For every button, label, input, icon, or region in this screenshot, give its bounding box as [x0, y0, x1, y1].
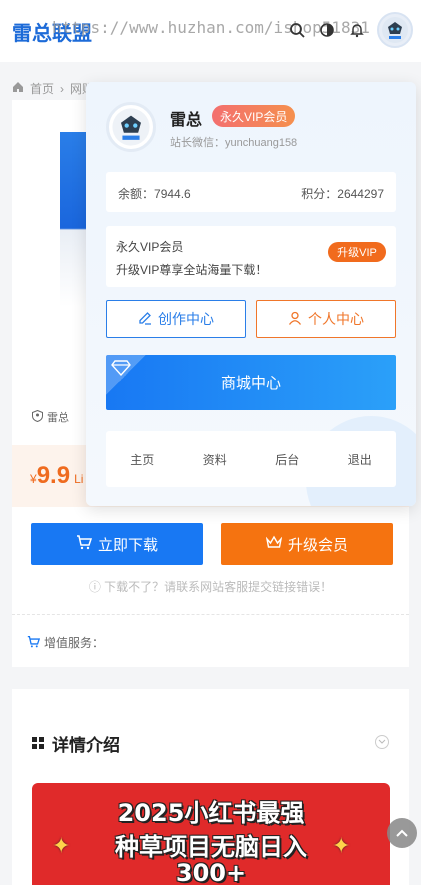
points-value: 2644297 [337, 187, 384, 201]
search-icon[interactable] [287, 20, 307, 40]
vip-card: 永久VIP会员 升级VIP尊享全站海量下载！ 升级VIP [106, 226, 396, 287]
diamond-icon [111, 360, 131, 380]
home-icon [12, 81, 24, 96]
author-name[interactable]: 雷总 [47, 409, 69, 425]
balance: 余额：7944.6 [118, 185, 191, 202]
detail-banner-image: 2025小红书最强 种草项目无脑日入 300+ ✦ ✦ [32, 783, 390, 885]
user-icon [288, 311, 302, 328]
breadcrumb: 首页 › 网赚 [12, 80, 94, 97]
download-button-label: 立即下载 [97, 536, 158, 554]
banner-line-3: 300+ [175, 859, 247, 885]
points: 积分：2644297 [301, 185, 384, 202]
addon-label: 增值服务： [44, 636, 105, 650]
product-author: 雷总 [32, 409, 69, 425]
edit-icon [138, 311, 152, 328]
banner-line-1: 2025小红书最强 [117, 799, 305, 827]
top-header: 雷总联盟 https://www.huzhan.com/ishop51831 [0, 0, 421, 62]
user-shield-icon [32, 409, 43, 425]
upgrade-vip-button[interactable]: 升级VIP [328, 242, 386, 262]
link-admin[interactable]: 后台 [275, 451, 299, 468]
panel-username: 雷总 [170, 112, 203, 129]
detail-title-text: 详情介绍 [52, 736, 120, 755]
addon-services: 增值服务： [27, 634, 104, 651]
link-home[interactable]: 主页 [130, 451, 154, 468]
points-label: 积分： [301, 187, 338, 201]
upgrade-button-label: 升级会员 [287, 536, 348, 554]
crown-icon [265, 535, 283, 553]
product-price: ¥9.9 Li [30, 462, 83, 490]
grid-icon [32, 734, 44, 754]
bell-icon[interactable] [347, 20, 367, 40]
account-stats: 余额：7944.6 积分：2644297 [106, 172, 396, 212]
creator-center-label: 创作中心 [158, 311, 214, 327]
link-logout[interactable]: 退出 [348, 451, 372, 468]
user-avatar[interactable] [377, 12, 413, 48]
shop-center-label: 商城中心 [220, 375, 281, 392]
cart-icon [27, 635, 41, 651]
breadcrumb-home[interactable]: 首页 [30, 80, 54, 97]
dashed-divider [12, 614, 409, 615]
vip-card-title: 永久VIP会员 [116, 240, 184, 254]
shop-center-button[interactable]: 商城中心 [106, 355, 396, 410]
panel-wechat: 站长微信：yunchuang158 [170, 137, 298, 149]
user-dropdown-panel: 雷总 永久VIP会员 站长微信：yunchuang158 余额：7944.6 积… [86, 82, 416, 506]
cart-icon [76, 534, 93, 554]
vip-card-desc: 升级VIP尊享全站海量下载！ [116, 263, 268, 277]
upgrade-member-button[interactable]: 升级会员 [221, 523, 393, 565]
theme-toggle-icon[interactable] [317, 20, 337, 40]
info-icon: ⓘ [88, 580, 101, 594]
balance-value: 7944.6 [154, 187, 191, 201]
vip-badge: 永久VIP会员 [212, 105, 296, 127]
chevron-right-icon: › [60, 81, 65, 96]
back-to-top-button[interactable] [387, 818, 417, 848]
price-unit: Li [74, 472, 84, 486]
detail-heading: 详情介绍 [32, 731, 120, 756]
panel-avatar[interactable] [106, 102, 156, 152]
download-tip-text: 下载不了？请联系网站客服提交链接错误！ [104, 580, 333, 594]
personal-center-label: 个人中心 [308, 311, 364, 327]
sparkle-icon: ✦ [52, 833, 71, 858]
link-profile[interactable]: 资料 [203, 451, 227, 468]
product-thumbnail [60, 132, 86, 307]
personal-center-button[interactable]: 个人中心 [256, 300, 396, 338]
chevron-down-icon[interactable] [375, 735, 389, 749]
price-value: 9.9 [36, 462, 71, 489]
download-button[interactable]: 立即下载 [31, 523, 203, 565]
balance-label: 余额： [118, 187, 155, 201]
creator-center-button[interactable]: 创作中心 [106, 300, 246, 338]
download-tip: ⓘ 下载不了？请联系网站客服提交链接错误！ [0, 578, 421, 595]
panel-links: 主页 资料 后台 退出 [106, 431, 396, 487]
sparkle-icon: ✦ [332, 833, 351, 858]
price-symbol: ¥ [30, 472, 37, 486]
